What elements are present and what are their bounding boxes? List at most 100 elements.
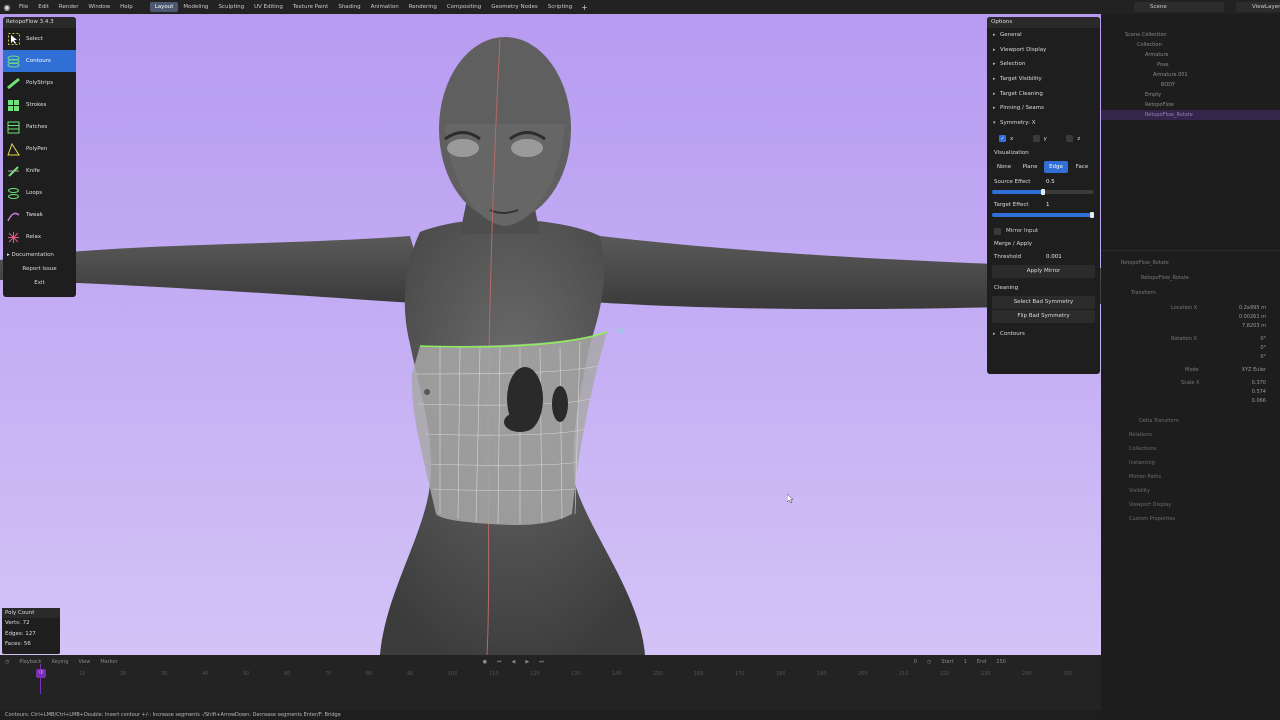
section-target-visibility[interactable]: ▸ Target Visibility (987, 72, 1100, 87)
outliner-row-empty[interactable]: Empty (1101, 90, 1280, 100)
outliner-row-collection[interactable]: Collection (1101, 40, 1280, 50)
menu-file[interactable]: File (14, 4, 33, 10)
report-issue-button[interactable]: Report Issue (3, 262, 76, 276)
clock-icon[interactable]: ◷ (922, 659, 936, 665)
play-reverse-icon[interactable]: ◀ (507, 659, 521, 665)
play-icon[interactable]: ▶ (520, 659, 534, 665)
delta-transform-section[interactable]: Delta Transform (1101, 414, 1280, 428)
rotation-y-row[interactable]: 0° (1101, 344, 1280, 353)
section-contours[interactable]: ▸ Contours (987, 327, 1100, 342)
location-x-value[interactable]: 0.2a995 m (1206, 304, 1266, 313)
playhead[interactable]: 0 (36, 669, 46, 678)
section-pinning-seams[interactable]: ▸ Pinning / Seams (987, 101, 1100, 116)
tool-contours[interactable]: Contours (3, 50, 76, 72)
select-bad-symmetry-button[interactable]: Select Bad Symmetry (992, 295, 1095, 309)
section-viewport-display[interactable]: ▸ Viewport Display (987, 43, 1100, 58)
rotation-z-value[interactable]: 0° (1206, 353, 1266, 362)
scale-y-row[interactable]: 0.574 (1101, 388, 1280, 397)
workspace-tab-uv-editing[interactable]: UV Editing (249, 2, 288, 12)
location-x-row[interactable]: Location X 0.2a995 m (1101, 304, 1280, 313)
scale-x-row[interactable]: Scale X 0.370 (1101, 379, 1280, 388)
relations-section[interactable]: Relations (1101, 428, 1280, 442)
section-symmetry[interactable]: ▾ Symmetry: X (987, 116, 1100, 131)
collections-section[interactable]: Collections (1101, 442, 1280, 456)
jump-end-icon[interactable]: ⏭ (534, 659, 549, 665)
apply-mirror-button[interactable]: Apply Mirror (992, 264, 1095, 278)
outliner-row-body[interactable]: BODY (1101, 80, 1280, 90)
menu-edit[interactable]: Edit (33, 4, 54, 10)
rotation-mode-row[interactable]: Mode XYZ Euler (1101, 366, 1280, 375)
motion-paths-section[interactable]: Motion Paths (1101, 470, 1280, 484)
workspace-tab-shading[interactable]: Shading (333, 2, 365, 12)
source-effect-slider[interactable] (992, 188, 1094, 195)
workspace-tab-compositing[interactable]: Compositing (442, 2, 486, 12)
timeline-keying-menu[interactable]: Keying (47, 659, 74, 665)
viz-face-button[interactable]: Face (1070, 161, 1094, 173)
jump-start-icon[interactable]: ⏮ (492, 659, 507, 665)
workspace-tab-rendering[interactable]: Rendering (404, 2, 442, 12)
instancing-section[interactable]: Instancing (1101, 456, 1280, 470)
scale-z-row[interactable]: 0.066 (1101, 397, 1280, 406)
documentation-link[interactable]: ▸ Documentation (3, 248, 76, 262)
target-effect-value[interactable]: 1 (1046, 202, 1050, 208)
outliner-row-armature-001[interactable]: Armature.001 (1101, 70, 1280, 80)
source-effect-value[interactable]: 0.5 (1046, 179, 1055, 185)
mirror-input-row[interactable]: Mirror Input (987, 225, 1100, 238)
workspace-tab-texture-paint[interactable]: Texture Paint (288, 2, 334, 12)
outliner-row-retopoflow[interactable]: RetopoFlow (1101, 100, 1280, 110)
location-z-row[interactable]: 7.8203 m (1101, 322, 1280, 331)
scale-z-value[interactable]: 0.066 (1206, 397, 1266, 406)
mode-value[interactable]: XYZ Euler (1206, 366, 1266, 375)
flip-bad-symmetry-button[interactable]: Flip Bad Symmetry (992, 309, 1095, 323)
workspace-tab-animation[interactable]: Animation (366, 2, 404, 12)
visibility-section[interactable]: Visibility (1101, 484, 1280, 498)
tool-relax[interactable]: Relax (3, 226, 76, 248)
rotation-x-row[interactable]: Rotation X 0° (1101, 335, 1280, 344)
menu-window[interactable]: Window (83, 4, 115, 10)
tool-knife[interactable]: Knife (3, 160, 76, 182)
current-frame-field[interactable]: 0 (909, 659, 922, 665)
timeline-ruler[interactable]: 0 10 20 30 40 50 60 70 80 90 100 110 120 130 140 150 160… (0, 669, 1101, 681)
threshold-value[interactable]: 0.001 (1046, 254, 1062, 260)
rotation-z-row[interactable]: 0° (1101, 353, 1280, 362)
tool-patches[interactable]: Patches (3, 116, 76, 138)
tool-polystrips[interactable]: PolyStrips (3, 72, 76, 94)
tool-strokes[interactable]: Strokes (3, 94, 76, 116)
scene-selector[interactable]: Scene (1134, 2, 1224, 12)
custom-properties-section[interactable]: Custom Properties (1101, 512, 1280, 526)
tool-tweak[interactable]: Tweak (3, 204, 76, 226)
outliner-row-armature[interactable]: Armature (1101, 50, 1280, 60)
object-name-field[interactable]: RetopoFlow_Rotate (1101, 274, 1280, 283)
scale-x-value[interactable]: 0.370 (1206, 379, 1266, 388)
target-effect-knob[interactable] (1090, 211, 1094, 218)
workspace-tab-modeling[interactable]: Modeling (178, 2, 213, 12)
viz-edge-button[interactable]: Edge (1044, 160, 1068, 173)
rotation-y-value[interactable]: 0° (1206, 344, 1266, 353)
exit-button[interactable]: Exit (3, 276, 76, 290)
section-target-cleaning[interactable]: ▸ Target Cleaning (987, 87, 1100, 102)
outliner-row-pose[interactable]: Pose (1101, 60, 1280, 70)
tool-select[interactable]: Select (3, 28, 76, 50)
timeline-view-menu[interactable]: View (73, 659, 95, 665)
symmetry-y-toggle[interactable]: y (1032, 135, 1067, 143)
tool-polypen[interactable]: PolyPen (3, 138, 76, 160)
workspace-tab-scripting[interactable]: Scripting (543, 2, 577, 12)
outliner-row-retopoflow-rotate[interactable]: RetopoFlow_Rotate (1101, 110, 1280, 120)
start-value[interactable]: 1 (959, 659, 972, 665)
rotation-x-value[interactable]: 0° (1206, 335, 1266, 344)
view-layer-selector[interactable]: ViewLayer (1236, 2, 1280, 12)
blender-logo-icon[interactable]: ◉ (0, 0, 14, 14)
location-z-value[interactable]: 7.8203 m (1206, 322, 1266, 331)
menu-render[interactable]: Render (54, 4, 84, 10)
end-value[interactable]: 250 (991, 659, 1011, 665)
symmetry-x-toggle[interactable]: ✓ x (999, 135, 1033, 143)
timeline-marker-menu[interactable]: Marker (95, 659, 122, 665)
viz-plane-button[interactable]: Plane (1018, 161, 1042, 173)
scale-y-value[interactable]: 0.574 (1206, 388, 1266, 397)
target-effect-slider[interactable] (992, 211, 1094, 218)
section-selection[interactable]: ▸ Selection (987, 57, 1100, 72)
tool-loops[interactable]: Loops (3, 182, 76, 204)
viz-none-button[interactable]: None (992, 161, 1016, 173)
workspace-tab-layout[interactable]: Layout (149, 2, 179, 12)
location-y-value[interactable]: 0.00261 m (1206, 313, 1266, 322)
